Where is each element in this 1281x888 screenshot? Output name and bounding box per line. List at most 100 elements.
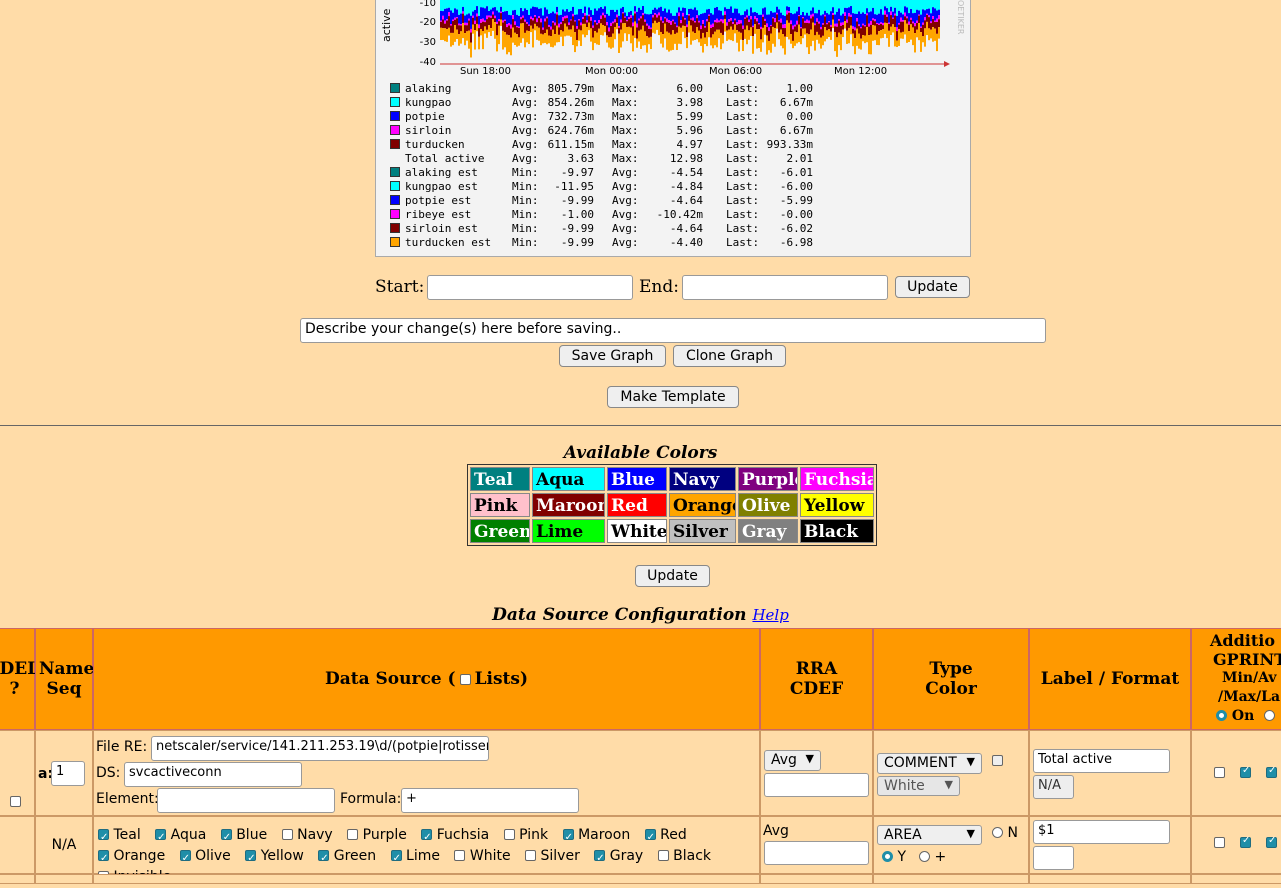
col-header-rra-cdef: RRA CDEF xyxy=(760,628,873,730)
stacked-bar-segment xyxy=(492,14,494,20)
stacked-bar-segment xyxy=(690,0,692,9)
row1-delete-checkbox[interactable] xyxy=(10,796,21,807)
color-filter-checkbox[interactable] xyxy=(454,850,466,861)
type-select[interactable]: COMMENT ▼ xyxy=(877,753,982,774)
rra-select[interactable]: Avg ▼ xyxy=(764,750,821,771)
formula-input[interactable]: + xyxy=(401,788,579,813)
row2-gprint-avg-checkbox[interactable] xyxy=(1240,835,1251,848)
color-filter-checkbox[interactable] xyxy=(245,848,257,869)
stacked-bar-segment xyxy=(488,0,490,11)
label-input[interactable]: Total active xyxy=(1033,749,1170,773)
color-filter-checkbox[interactable] xyxy=(644,827,656,848)
stacked-bar-segment xyxy=(754,19,756,25)
stacked-bar-segment xyxy=(670,13,672,22)
color-filter-checkbox[interactable] xyxy=(179,848,191,869)
stacked-bar-segment xyxy=(772,0,774,13)
row2-type-select[interactable]: AREA ▼ xyxy=(877,825,982,845)
color-filter-checkbox[interactable] xyxy=(220,827,232,848)
end-input[interactable] xyxy=(682,275,888,300)
stacked-bar-segment xyxy=(498,19,500,22)
stacked-bar-segment xyxy=(674,23,676,34)
color-filter-checkbox[interactable] xyxy=(503,829,515,840)
stacked-bar-segment xyxy=(844,7,846,13)
row2-label-input[interactable]: $1 xyxy=(1033,820,1170,844)
color-filter-checkbox[interactable] xyxy=(562,827,574,848)
gprint-off-radio[interactable] xyxy=(1264,710,1275,721)
color-filter-checkbox[interactable] xyxy=(390,848,402,869)
row2-cdef-input[interactable] xyxy=(764,841,869,865)
stacked-bar-segment xyxy=(536,7,538,19)
stacked-bar-segment xyxy=(886,0,888,9)
color-filter-checkbox[interactable] xyxy=(281,829,293,840)
stacked-bar-segment xyxy=(646,14,648,24)
clone-graph-button[interactable]: Clone Graph xyxy=(673,345,786,367)
type-option-checkbox[interactable] xyxy=(992,755,1003,766)
stacked-bar-segment xyxy=(500,13,502,20)
cdef-input[interactable] xyxy=(764,773,869,797)
stacked-bar-segment xyxy=(820,37,822,49)
help-link[interactable]: Help xyxy=(752,606,788,624)
row1-gprint-avg-checkbox[interactable] xyxy=(1240,765,1251,778)
row1-seq-input[interactable]: 1 xyxy=(51,761,85,786)
color-filter-checkbox[interactable] xyxy=(657,850,669,861)
row1-gprint-cell xyxy=(1191,730,1281,816)
legend-name: turducken est xyxy=(405,236,492,249)
stacked-bar-segment xyxy=(656,0,658,10)
row2-name-cell: N/A xyxy=(35,816,93,874)
element-input[interactable] xyxy=(157,788,335,813)
radio-y[interactable] xyxy=(882,851,893,862)
col-header-extra-2: GPRINT xyxy=(1213,650,1281,669)
change-description-input[interactable]: Describe your change(s) here before savi… xyxy=(300,318,1046,343)
ds-input[interactable]: svcactiveconn xyxy=(124,762,302,787)
color-swatch-black: Black xyxy=(800,519,874,543)
color-filter-checkbox[interactable] xyxy=(318,848,330,869)
row2-format-input[interactable] xyxy=(1033,846,1074,870)
row2-gprint-min-checkbox[interactable] xyxy=(1214,837,1225,848)
stacked-bar-segment xyxy=(754,16,756,20)
start-input[interactable] xyxy=(427,275,633,300)
format-input[interactable]: N/A xyxy=(1033,775,1074,799)
row2-gprint-max-checkbox[interactable] xyxy=(1266,835,1277,848)
color-filter-checkbox[interactable] xyxy=(98,827,109,848)
gprint-on-radio[interactable] xyxy=(1216,710,1227,721)
stacked-bar-segment xyxy=(646,23,648,26)
color-filter-checkbox[interactable] xyxy=(347,829,359,840)
stacked-bar-segment xyxy=(870,20,872,25)
file-re-input[interactable]: netscaler/service/141.211.253.19\d/(potp… xyxy=(151,736,489,761)
color-filter-checkbox[interactable] xyxy=(594,848,606,869)
radio-n[interactable] xyxy=(992,827,1003,838)
stacked-bar-segment xyxy=(762,14,764,17)
stacked-bar-segment xyxy=(644,21,646,32)
stacked-bar-segment xyxy=(782,24,784,28)
color-filter-checkbox[interactable] xyxy=(525,850,537,861)
make-template-button[interactable]: Make Template xyxy=(607,386,739,408)
stacked-bar-segment xyxy=(894,13,896,16)
stacked-bar-segment xyxy=(870,24,872,35)
stacked-bar-segment xyxy=(912,27,914,46)
stacked-bar-segment xyxy=(702,13,704,21)
stacked-bar-segment xyxy=(512,27,514,43)
row1-gprint-min-checkbox[interactable] xyxy=(1214,767,1225,778)
stacked-bar-segment xyxy=(492,7,494,12)
row1-gprint-max-checkbox[interactable] xyxy=(1266,765,1277,778)
stacked-bar-segment xyxy=(708,15,710,23)
stacked-bar-segment xyxy=(518,26,520,28)
lists-checkbox[interactable] xyxy=(459,673,471,685)
stacked-bar-segment xyxy=(698,20,700,23)
stacked-bar-segment xyxy=(920,14,922,27)
color-filter-checkbox[interactable] xyxy=(421,827,433,848)
color-filter-checkbox[interactable] xyxy=(155,827,167,848)
stacked-bar-segment xyxy=(880,30,882,39)
update-colors-button[interactable]: Update xyxy=(635,565,710,587)
stacked-bar-segment xyxy=(610,9,612,23)
gprint-radio-group: On xyxy=(1216,707,1275,726)
save-graph-button[interactable]: Save Graph xyxy=(559,345,666,367)
update-range-button[interactable]: Update xyxy=(895,276,970,298)
color-swatch-silver: Silver xyxy=(669,519,736,543)
legend-v2: -4.40 xyxy=(669,236,703,249)
radio-plus[interactable] xyxy=(919,851,930,862)
col-header-name-text: Name Seq xyxy=(39,659,95,699)
stacked-bar-segment xyxy=(776,6,778,13)
color-filter-checkbox[interactable] xyxy=(98,848,109,869)
color-select[interactable]: White ▼ xyxy=(877,776,960,796)
